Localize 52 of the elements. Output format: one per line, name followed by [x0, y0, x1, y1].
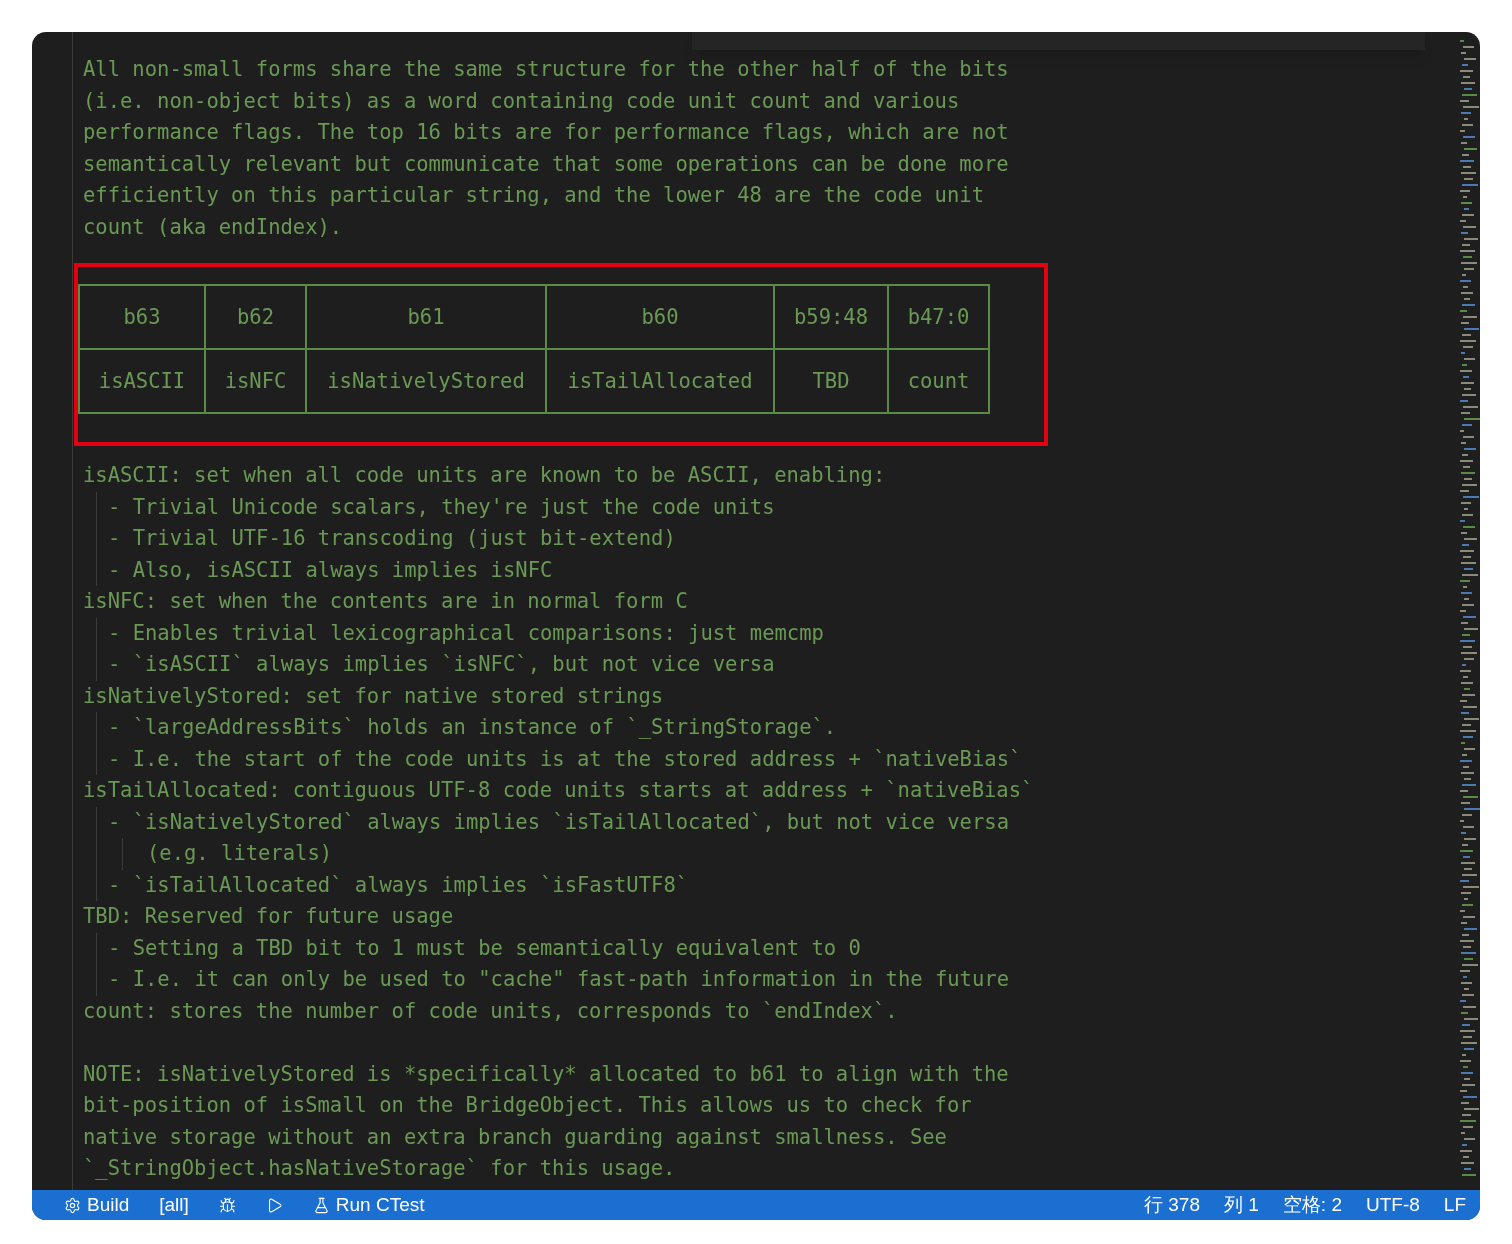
table-cell: isNFC — [204, 350, 305, 412]
comment-line: (e.g. literals) — [147, 840, 333, 867]
table-cell: count — [887, 350, 988, 412]
comment-line: isTailAllocated: contiguous UTF-8 code units starts at address + `nativeBias` — [83, 777, 1034, 804]
comment-line: semantically relevant but communicate that some operations can be done more — [83, 150, 1009, 178]
comment-line: count: stores the number of code units, corresponds to `endIndex`. — [83, 997, 898, 1025]
comment-line: isNativelyStored: set for native stored strings — [83, 682, 664, 710]
comment-line: - `isASCII` always implies `isNFC`, but not vice versa — [108, 651, 775, 678]
comment-line: - I.e. the start of the code units is at the stored address + `nativeBias` — [108, 745, 1022, 773]
table-cell: b47:0 — [887, 286, 988, 348]
flask-icon — [312, 1196, 330, 1214]
comment-line: - `isNativelyStored` always implies `isTailAllocated`, but not vice versa — [108, 808, 1009, 836]
comment-line: efficiently on this particular string, and the lower 48 are the code unit — [83, 182, 984, 209]
table-cell: TBD — [773, 350, 887, 412]
comment-line: count (aka endIndex). — [83, 213, 343, 241]
comment-line: NOTE: isNativelyStored is *specifically* allocated to b61 to align with the — [83, 1060, 1009, 1088]
table-cell: isTailAllocated — [545, 350, 773, 412]
comment-line: `_StringObject.hasNativeStorage` for this usage. — [83, 1155, 676, 1182]
comment-line: isNFC: set when the contents are in normal form C — [83, 588, 688, 615]
comment-line: TBD: Reserved for future usage — [83, 903, 454, 930]
gear-icon — [64, 1196, 81, 1214]
table-cell: b62 — [204, 286, 305, 348]
table-cell: b59:48 — [773, 286, 887, 348]
comment-line: All non-small forms share the same structure for the other half of the bits — [83, 56, 1009, 83]
comment-line: (i.e. non-object bits) as a word containing code unit count and various — [83, 87, 960, 115]
comment-line: isASCII: set when all code units are known to be ASCII, enabling: — [83, 462, 886, 489]
status-item[interactable]: 列 1 — [1224, 1190, 1259, 1220]
comment-line: performance flags. The top 16 bits are for performance flags, which are not — [83, 119, 1009, 146]
table-cell: b60 — [545, 286, 773, 348]
bug-icon — [218, 1196, 236, 1214]
comment-line: - Trivial Unicode scalars, they're just the code units — [108, 493, 775, 521]
comment-line: - Enables trivial lexicographical comparisons: just memcmp — [108, 619, 824, 647]
status-item[interactable]: Run CTest — [312, 1190, 425, 1220]
table-cell: isNativelyStored — [305, 350, 545, 412]
status-item[interactable]: Build — [64, 1190, 130, 1220]
status-item[interactable]: UTF-8 — [1366, 1190, 1420, 1220]
comment-line: - Trivial UTF-16 transcoding (just bit-extend) — [108, 525, 676, 552]
comment-line: - `largeAddressBits` holds an instance of `_StringStorage`. — [108, 714, 837, 741]
comment-line: native storage without an extra branch guarding against smallness. See — [83, 1123, 947, 1151]
status-item[interactable]: [all] — [159, 1190, 189, 1220]
table-cell-text: isASCII — [97, 367, 187, 395]
status-item[interactable]: 空格: 2 — [1282, 1190, 1342, 1220]
comment-line: - Setting a TBD bit to 1 must be semantically equivalent to 0 — [108, 934, 861, 962]
comment-line: bit-position of isSmall on the BridgeObject. This allows us to check for — [83, 1092, 972, 1119]
comment-line: - I.e. it can only be used to "cache" fast-path information in the future — [108, 966, 1009, 993]
table-cell: b61 — [305, 286, 545, 348]
comment-line: - `isTailAllocated` always implies `isFastUTF8` — [108, 871, 689, 899]
comment-line: - Also, isASCII always implies isNFC — [108, 556, 553, 584]
table-cell-text: b63 — [122, 303, 162, 331]
status-item[interactable]: LF — [1443, 1190, 1466, 1220]
status-item[interactable]: 行 378 — [1144, 1190, 1200, 1220]
status-item[interactable] — [218, 1196, 236, 1214]
